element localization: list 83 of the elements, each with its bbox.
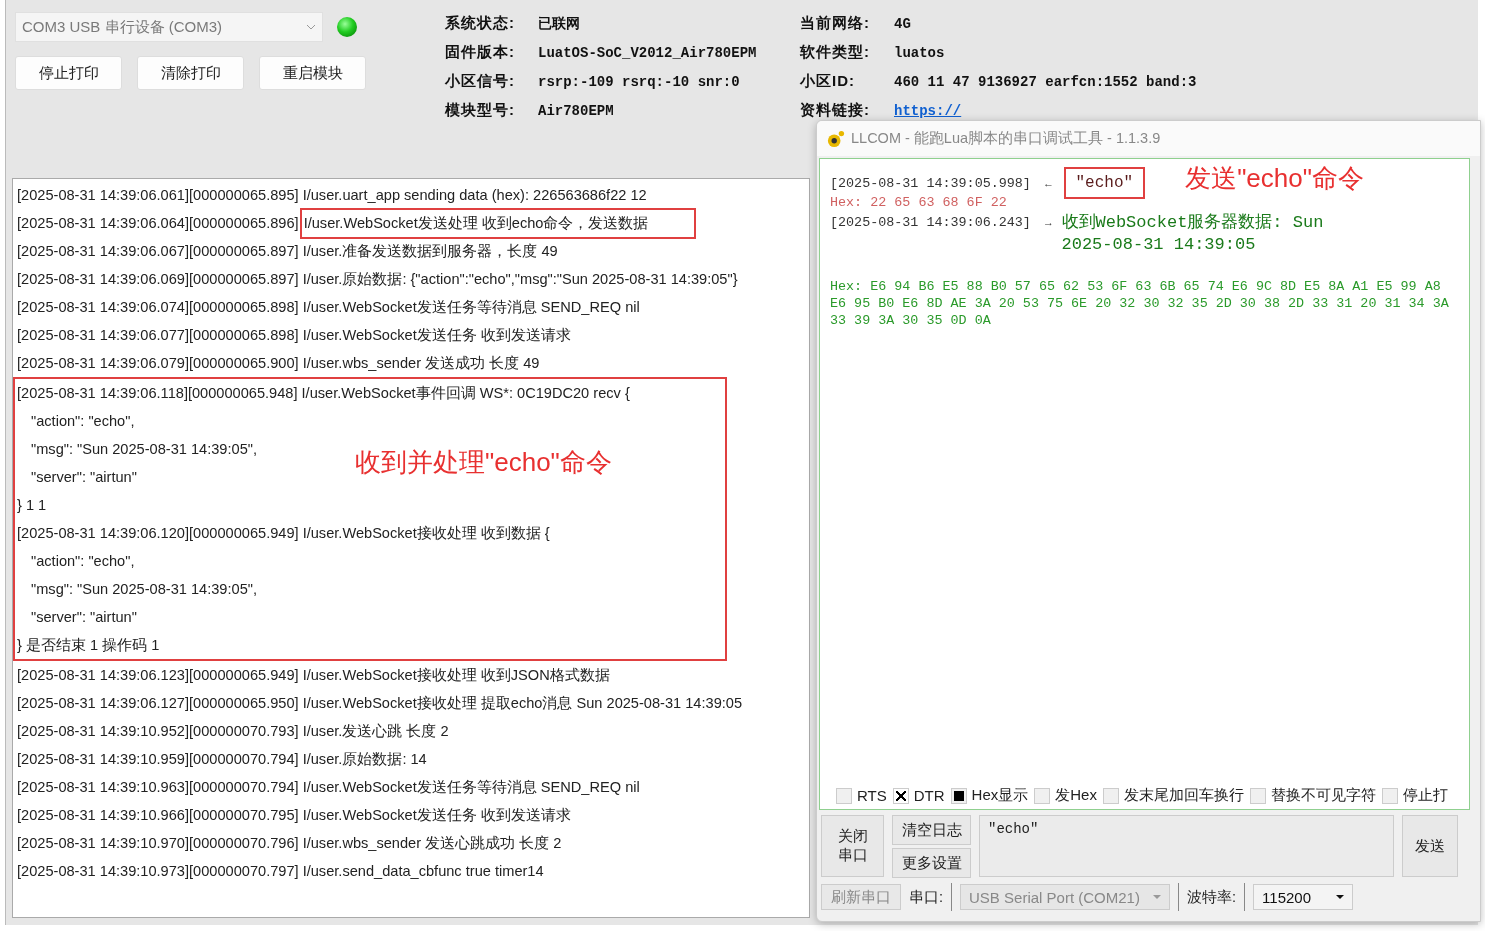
log-text: [2025-08-31 14:39:06.061][000000065.895] I/user.uart_app sending data (hex): 226563686f22 12: [17, 187, 647, 203]
toolbar-button[interactable]: 重启模块: [259, 56, 366, 90]
log-text: [2025-08-31 14:39:06.118][000000065.948] I/user.WebSocket事件回调 WS*: 0C19DC20 recv {: [17, 383, 630, 403]
clear-log-button[interactable]: 清空日志: [892, 815, 971, 845]
log-text: "action": "echo",: [30, 413, 135, 429]
log-text: [2025-08-31 14:39:10.952][000000070.793] I/user.发送心跳 长度 2: [17, 721, 449, 741]
toolbar-button[interactable]: 停止打印: [15, 56, 122, 90]
checkbox[interactable]: [1249, 787, 1266, 804]
log-text: "msg": "Sun 2025-08-31 14:39:05",: [30, 441, 257, 457]
log-text: } 1 1: [17, 497, 47, 513]
hex-dump: Hex: 22 65 63 68 6F 22: [830, 195, 1008, 210]
checkbox-label[interactable]: 替换不可见字符: [1270, 786, 1376, 805]
log-text: "msg": "Sun 2025-08-31 14:39:05",: [30, 581, 257, 597]
info-label: 小区信号:: [445, 72, 516, 91]
direction-arrow: →: [1044, 217, 1052, 229]
log-text: [2025-08-31 14:39:10.966][000000070.795] I/user.WebSocket发送任务 收到发送请求: [17, 805, 571, 825]
message-text: 收到WebSocket服务器数据: Sun 2025-08-31 14:39:05: [1061, 212, 1325, 256]
checkbox-label[interactable]: 停止打: [1402, 786, 1448, 805]
log-text: [2025-08-31 14:39:06.067][000000065.897] I/user.准备发送数据到服务器，长度 49: [17, 241, 558, 261]
info-link[interactable]: https://: [894, 102, 1224, 119]
close-port-button[interactable]: 关闭串口: [821, 815, 884, 877]
checkbox-label[interactable]: RTS: [857, 787, 887, 804]
info-label: 资料链接:: [800, 101, 871, 120]
info-value: 4G: [894, 15, 912, 32]
log-text: [2025-08-31 14:39:10.973][000000070.797] I/user.send_data_cbfunc true timer14: [17, 863, 544, 879]
annotation-text: 收到并处理"echo"命令: [355, 446, 612, 479]
more-settings-button[interactable]: 更多设置: [892, 848, 971, 878]
caret-icon: [1153, 895, 1162, 899]
info-label: 模块型号:: [445, 101, 516, 120]
highlighted-message: "echo": [1063, 167, 1146, 199]
checkbox-label[interactable]: 发末尾加回车换行: [1123, 786, 1244, 805]
annotation-text: 发送"echo"命令: [1185, 163, 1364, 193]
log-text: [2025-08-31 14:39:06.079][000000065.900] I/user.wbs_sender 发送成功 长度 49: [17, 353, 540, 373]
window-title: LLCOM - 能跑Lua脚本的串口调试工具 - 1.1.3.9: [851, 129, 1161, 148]
log-text: [2025-08-31 14:39:06.120][000000065.949] I/user.WebSocket接收处理 收到数据 {: [17, 523, 550, 543]
log-text: } 是否结束 1 操作码 1: [17, 635, 160, 655]
highlighted-log-text: I/user.WebSocket发送处理 收到echo命令，发送数据: [301, 209, 695, 237]
checkbox[interactable]: [1034, 787, 1051, 804]
info-label: 软件类型:: [800, 43, 871, 62]
checkbox[interactable]: [836, 787, 852, 804]
send-input-field[interactable]: "echo": [979, 815, 1394, 877]
checkbox[interactable]: [1102, 787, 1119, 804]
log-text: [2025-08-31 14:39:06.069][000000065.897] I/user.原始数据: {"action":"echo","msg":"Sun 2025-08-31 14:39:05"}: [17, 269, 738, 289]
log-text: [2025-08-31 14:39:10.970][000000070.796] I/user.wbs_sender 发送心跳成功 长度 2: [17, 833, 562, 853]
message-timestamp: [2025-08-31 14:39:05.998]: [830, 176, 1031, 191]
log-text: "server": "airtun": [30, 609, 137, 625]
info-value: 460 11 47 9136927 earfcn:1552 band:3: [894, 73, 1198, 90]
baud-rate-dropdown[interactable]: 115200: [1253, 884, 1354, 910]
log-text: [2025-08-31 14:39:06.064][000000065.896]: [17, 215, 300, 231]
log-text: [2025-08-31 14:39:06.077][000000065.898] I/user.WebSocket发送任务 收到发送请求: [17, 325, 571, 345]
checkbox[interactable]: [892, 787, 909, 804]
log-text: [2025-08-31 14:39:06.074][000000065.898] I/user.WebSocket发送任务等待消息 SEND_REQ nil: [17, 297, 640, 317]
hex-dump: Hex: E6 94 B6 E5 88 B0 57 65 62 53 6F 63 6B 65 74 E6 9C 8D E5 8A A1 E5 99 A8 E6 95 B0 E6 8D AE 3A 20 53 75 6E 20 32 30 32 35 2D 30 38 2D 33 31 20 31 34 3A 33 39 3A 30 35 0D 0A: [830, 278, 1450, 329]
info-value: 已联网: [538, 14, 581, 33]
checkbox[interactable]: [1381, 787, 1398, 804]
direction-arrow: ←: [1044, 178, 1052, 190]
info-label: 固件版本:: [445, 43, 516, 62]
log-text: [2025-08-31 14:39:10.959][000000070.794] I/user.原始数据: 14: [17, 749, 427, 769]
log-text: [2025-08-31 14:39:10.963][000000070.794] I/user.WebSocket发送任务等待消息 SEND_REQ nil: [17, 777, 640, 797]
log-text: [2025-08-31 14:39:06.123][000000065.949] I/user.WebSocket接收处理 收到JSON格式数据: [17, 665, 610, 685]
info-value: rsrp:-109 rsrq:-10 snr:0: [538, 73, 741, 90]
log-text: "server": "airtun": [30, 469, 137, 485]
info-value: Air780EPM: [538, 102, 615, 119]
info-label: 系统状态:: [445, 14, 516, 33]
port-dropdown[interactable]: COM3 USB 串行设备 (COM3): [15, 12, 323, 42]
app-logo-icon: [827, 129, 845, 148]
caret-icon: [1336, 895, 1345, 899]
checkbox[interactable]: [950, 787, 967, 804]
toolbar-button[interactable]: 清除打印: [137, 56, 244, 90]
send-button[interactable]: 发送: [1402, 815, 1458, 877]
baud-label: 波特率:: [1187, 887, 1237, 907]
message-timestamp: [2025-08-31 14:39:06.243]: [830, 215, 1031, 230]
log-text: "action": "echo",: [30, 553, 135, 569]
chevron-icon: [306, 24, 316, 30]
info-value: LuatOS-SoC_V2012_Air780EPM: [538, 44, 758, 61]
checkbox-label[interactable]: Hex显示: [971, 786, 1029, 805]
port-label: 串口:: [909, 887, 944, 907]
info-value: luatos: [894, 44, 946, 61]
checkbox-label[interactable]: 发Hex: [1055, 786, 1097, 805]
info-label: 当前网络:: [800, 14, 871, 33]
log-text: [2025-08-31 14:39:06.127][000000065.950] I/user.WebSocket接收处理 提取echo消息 Sun 2025-08-31 14:39:05: [17, 693, 743, 713]
info-label: 小区ID:: [800, 72, 856, 91]
checkbox-label[interactable]: DTR: [913, 787, 945, 804]
